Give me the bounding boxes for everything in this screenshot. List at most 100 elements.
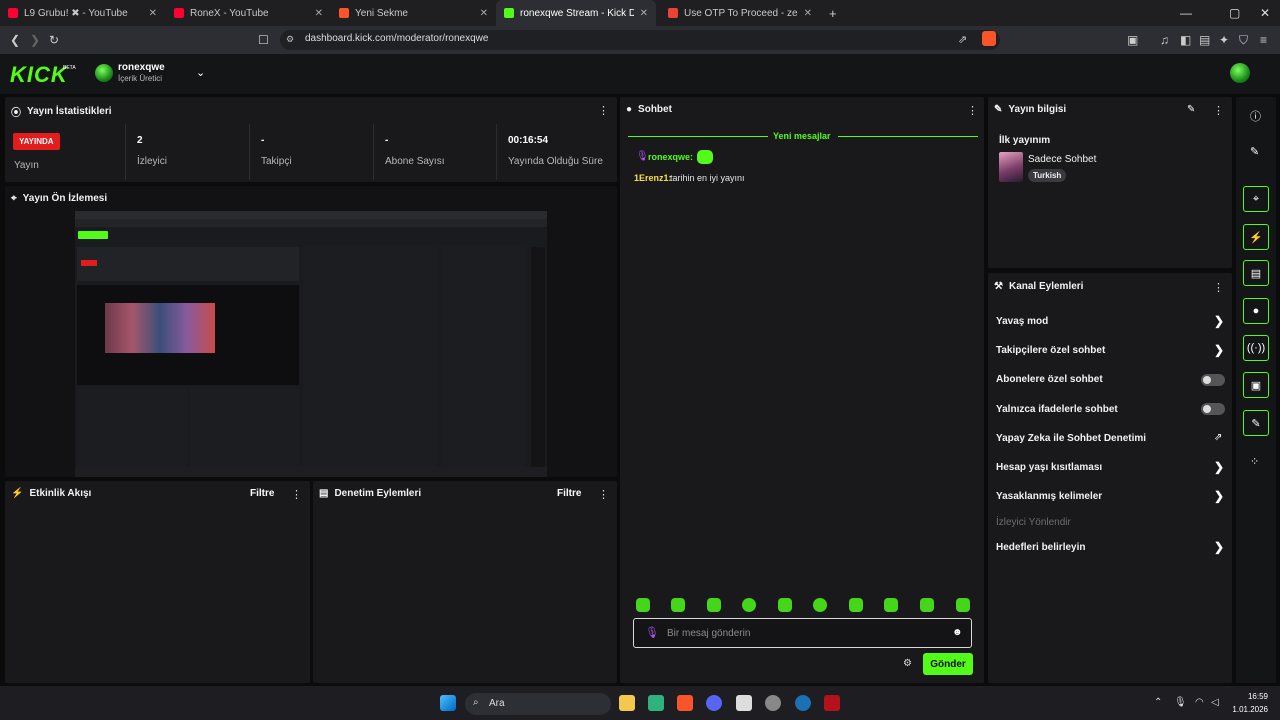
chevron-right-icon[interactable]: ❯ (1214, 540, 1224, 554)
chevron-right-icon[interactable]: ❯ (1214, 343, 1224, 357)
moderation-filter-button[interactable]: Filtre (557, 488, 581, 499)
subscribers-only-toggle[interactable] (1201, 374, 1225, 386)
channel-name[interactable]: ronexqwe (118, 62, 165, 73)
brave-icon[interactable] (677, 695, 693, 711)
close-icon[interactable]: ✕ (804, 8, 812, 19)
emote-icon[interactable] (636, 598, 650, 612)
stream-preview-video[interactable] (75, 211, 547, 477)
action-banned-words[interactable]: Yasaklanmış kelimeler (996, 491, 1102, 502)
channel-avatar[interactable] (95, 64, 113, 82)
close-window-icon[interactable]: ✕ (1260, 6, 1270, 20)
file-explorer-icon[interactable] (619, 695, 635, 711)
clock-time[interactable]: 16:59 (1238, 692, 1268, 701)
discord-icon[interactable] (706, 695, 722, 711)
emote-icon[interactable] (742, 598, 756, 612)
chevron-right-icon[interactable]: ❯ (1214, 489, 1224, 503)
action-set-goals[interactable]: Hedefleri belirleyin (996, 542, 1085, 553)
sidebar-preview-button[interactable]: ⌖ (1243, 186, 1269, 212)
emote-icon[interactable] (849, 598, 863, 612)
action-slow-mode[interactable]: Yavaş mod (996, 316, 1048, 327)
back-icon[interactable]: ❮ (10, 33, 20, 47)
gear-icon[interactable]: ⚙ (903, 658, 912, 669)
more-icon[interactable]: ⋮ (598, 104, 609, 117)
sidebar-stream-info-button[interactable]: ▣ (1243, 372, 1269, 398)
chat-username[interactable]: 1Erenz1: (634, 173, 672, 183)
panel-icon[interactable]: ◧ (1180, 33, 1191, 47)
mic-tray-icon[interactable]: 🎙 (1174, 697, 1187, 708)
emote-icon[interactable] (956, 598, 970, 612)
app-icon[interactable] (765, 695, 781, 711)
site-info-icon[interactable]: ⚙ (286, 34, 294, 45)
sidebar-tools-button[interactable]: ✎ (1243, 410, 1269, 436)
category-name[interactable]: Sadece Sohbet (1028, 154, 1096, 165)
send-button[interactable]: Gönder (923, 653, 973, 675)
tab-gmail[interactable]: Use OTP To Proceed - zedgt100@gm ✕ (660, 0, 820, 26)
media-icon[interactable]: ♫ (1160, 33, 1169, 47)
more-icon[interactable]: ⋮ (1213, 104, 1224, 117)
maximize-icon[interactable]: ▢ (1229, 6, 1240, 20)
tab-youtube-2[interactable]: RoneX - YouTube ✕ (166, 0, 331, 26)
wallet-icon[interactable]: ▤ (1199, 33, 1210, 47)
steam-icon[interactable] (795, 695, 811, 711)
menu-icon[interactable]: ≡ (1260, 33, 1267, 47)
emote-icon[interactable] (884, 598, 898, 612)
sidebar-activity-button[interactable]: ⚡ (1243, 224, 1269, 250)
minimize-icon[interactable]: — (1180, 6, 1192, 20)
info-icon[interactable]: ⓘ (1250, 108, 1261, 124)
new-tab-button[interactable]: + (829, 6, 837, 21)
sidebar-chat-button[interactable]: ● (1243, 298, 1269, 324)
chat-input-placeholder[interactable]: Bir mesaj gönderin (667, 628, 750, 639)
emote-icon[interactable] (813, 598, 827, 612)
app-icon[interactable] (648, 695, 664, 711)
action-followers-only[interactable]: Takipçilere özel sohbet (996, 345, 1105, 356)
volume-icon[interactable]: ◁ (1211, 697, 1219, 708)
tab-youtube-1[interactable]: L9 Grubu! ✖ - YouTube ✕ (0, 0, 165, 26)
reload-icon[interactable]: ↻ (49, 33, 59, 47)
chevron-right-icon[interactable]: ❯ (1214, 460, 1224, 474)
chevron-right-icon[interactable]: ❯ (1214, 314, 1224, 328)
widgets-icon[interactable]: ⁘ (1250, 455, 1259, 468)
url-text[interactable]: dashboard.kick.com/moderator/ronexqwe (305, 33, 488, 44)
more-icon[interactable]: ⋮ (291, 488, 302, 501)
share-icon[interactable]: ⇗ (958, 33, 967, 46)
more-icon[interactable]: ⋮ (598, 488, 609, 501)
more-icon[interactable]: ⋮ (967, 104, 978, 117)
close-icon[interactable]: ✕ (315, 8, 323, 19)
taskbar-search[interactable] (465, 693, 611, 715)
action-ai-moderation[interactable]: Yapay Zeka ile Sohbet Denetimi (996, 433, 1146, 444)
emotes-only-toggle[interactable] (1201, 403, 1225, 415)
action-account-age[interactable]: Hesap yaşı kısıtlaması (996, 462, 1102, 473)
more-icon[interactable]: ⋮ (1213, 281, 1224, 294)
brave-shields-icon[interactable] (982, 31, 996, 46)
close-icon[interactable]: ✕ (640, 8, 648, 19)
kick-logo[interactable]: KICK (10, 62, 68, 88)
external-link-icon[interactable]: ⇗ (1214, 432, 1222, 443)
wifi-icon[interactable]: ◠ (1195, 697, 1204, 708)
vpn-icon[interactable]: ⛉ (1239, 33, 1248, 48)
user-avatar[interactable] (1230, 63, 1250, 83)
app-icon[interactable] (736, 695, 752, 711)
tray-chevron-icon[interactable]: ⌃ (1154, 697, 1162, 708)
leo-icon[interactable]: ✦ (1219, 33, 1229, 47)
windows-start-icon[interactable] (440, 695, 456, 711)
emote-icon[interactable] (707, 598, 721, 612)
emote-icon[interactable] (778, 598, 792, 612)
chevron-down-icon[interactable]: ⌄ (196, 66, 205, 79)
sidebar-icon[interactable]: ▣ (1127, 33, 1138, 47)
forward-icon[interactable]: ❯ (30, 33, 40, 47)
edit-icon[interactable]: ✎ (1187, 104, 1195, 115)
activity-filter-button[interactable]: Filtre (250, 488, 274, 499)
close-icon[interactable]: ✕ (149, 8, 157, 19)
app-icon[interactable] (824, 695, 840, 711)
tab-new[interactable]: Yeni Sekme ✕ (331, 0, 496, 26)
chat-username[interactable]: ronexqwe: (648, 152, 693, 162)
tab-kick-dashboard[interactable]: ronexqwe Stream - Kick Dashbo ✕ (496, 0, 656, 26)
emote-icon[interactable] (671, 598, 685, 612)
close-icon[interactable]: ✕ (480, 8, 488, 19)
emoji-picker-icon[interactable]: ☻ (952, 627, 963, 638)
emote-icon[interactable] (920, 598, 934, 612)
sidebar-broadcast-button[interactable]: ((·)) (1243, 335, 1269, 361)
sidebar-log-button[interactable]: ▤ (1243, 260, 1269, 286)
clock-date[interactable]: 1.01.2026 (1226, 705, 1268, 714)
pencil-icon[interactable]: ✎ (1250, 145, 1259, 158)
